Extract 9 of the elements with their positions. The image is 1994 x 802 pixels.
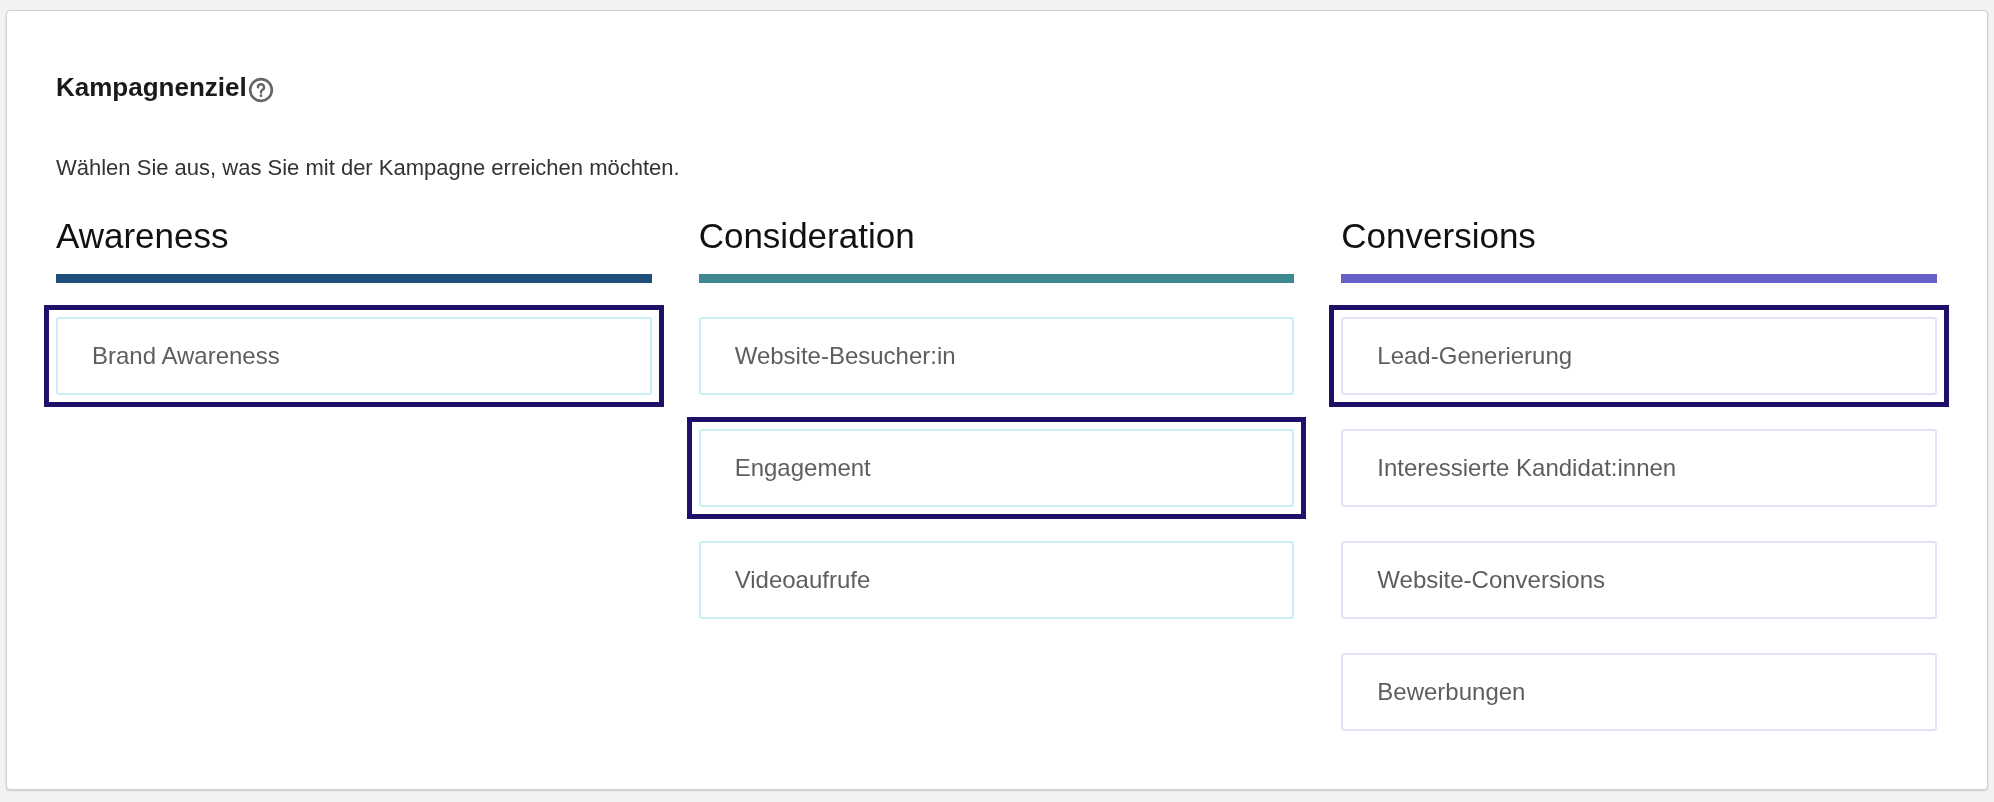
column-heading: Awareness: [56, 215, 230, 257]
objective-option[interactable]: Brand Awareness: [44, 305, 664, 407]
column-heading: Consideration: [698, 215, 916, 257]
panel-description: Wählen Sie aus, was Sie mit der Kampagne erreichen möchten.: [56, 154, 681, 182]
panel-title: Kampagnenziel: [56, 71, 247, 104]
help-icon[interactable]: [247, 76, 274, 103]
column-heading: Conversions: [1341, 215, 1537, 257]
objective-option[interactable]: Lead-Generierung: [1329, 305, 1949, 407]
objective-option[interactable]: Engagement: [686, 417, 1307, 519]
